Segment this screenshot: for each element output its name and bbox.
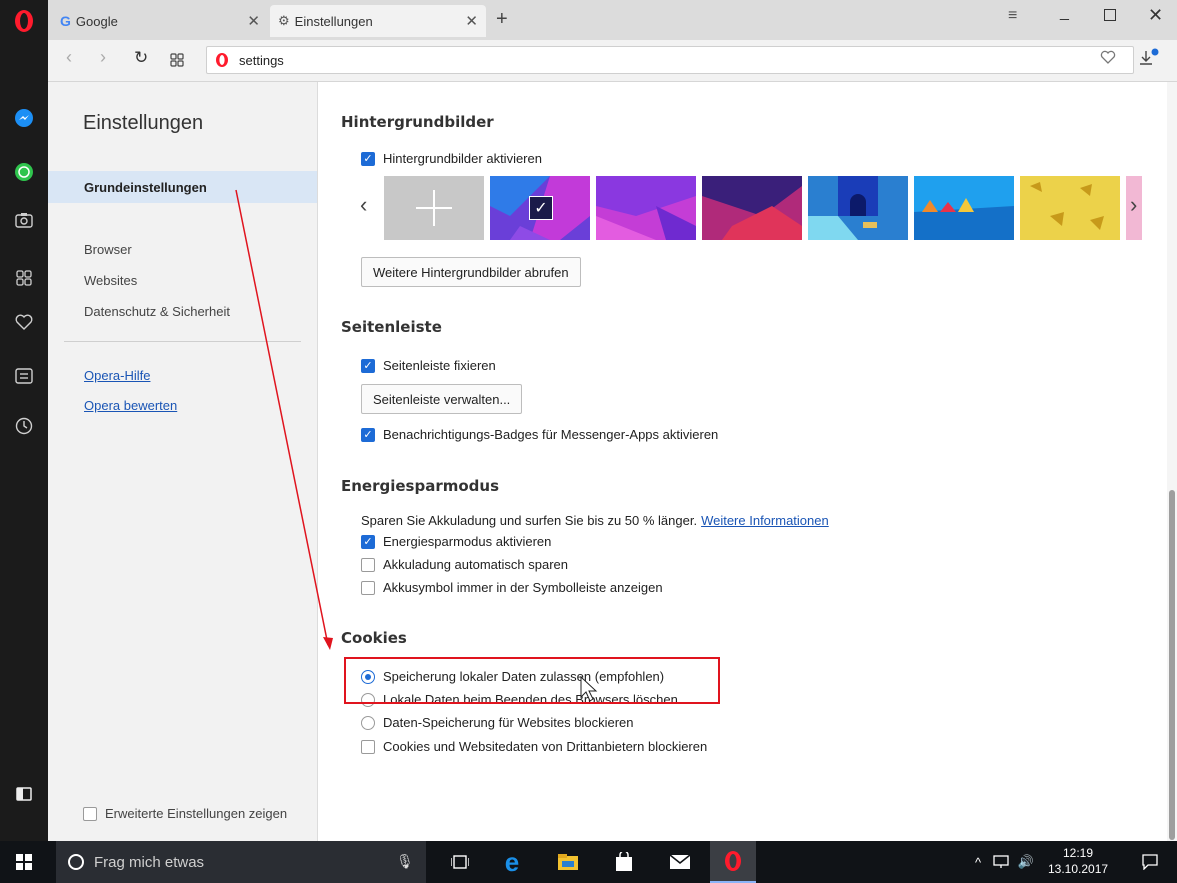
edge-icon[interactable]: e: [492, 841, 532, 883]
windows-start-icon[interactable]: [0, 841, 48, 883]
store-icon[interactable]: [604, 841, 644, 883]
annotation-overlay: [235, 189, 720, 704]
task-view-icon[interactable]: [440, 841, 480, 883]
annotation-arrowhead: [323, 637, 333, 650]
opera-taskbar-icon[interactable]: [710, 841, 756, 883]
action-center-icon[interactable]: [1130, 841, 1170, 883]
clock-time: 12:19: [1062, 846, 1094, 860]
mail-icon[interactable]: [660, 841, 700, 883]
file-explorer-icon[interactable]: [548, 841, 588, 883]
clock[interactable]: 12:19 13.10.2017: [1048, 845, 1108, 877]
annotation-highlight-box: [344, 657, 720, 704]
network-icon[interactable]: [990, 841, 1012, 883]
microphone-icon[interactable]: 🎙: [396, 853, 414, 870]
clock-date: 13.10.2017: [1048, 862, 1109, 876]
volume-icon[interactable]: 🔊: [1014, 841, 1038, 883]
windows-taskbar: Frag mich etwas 🎙 e ^ 🔊 12:19 13.10.2017: [0, 841, 1177, 883]
tray-expand-icon[interactable]: ^: [968, 841, 988, 883]
search-placeholder: Frag mich etwas: [94, 853, 205, 871]
cortana-icon: [68, 854, 84, 870]
annotation-arrow: [235, 189, 329, 646]
taskbar-search-box[interactable]: Frag mich etwas 🎙: [56, 841, 426, 883]
mouse-cursor-icon: [580, 675, 598, 702]
